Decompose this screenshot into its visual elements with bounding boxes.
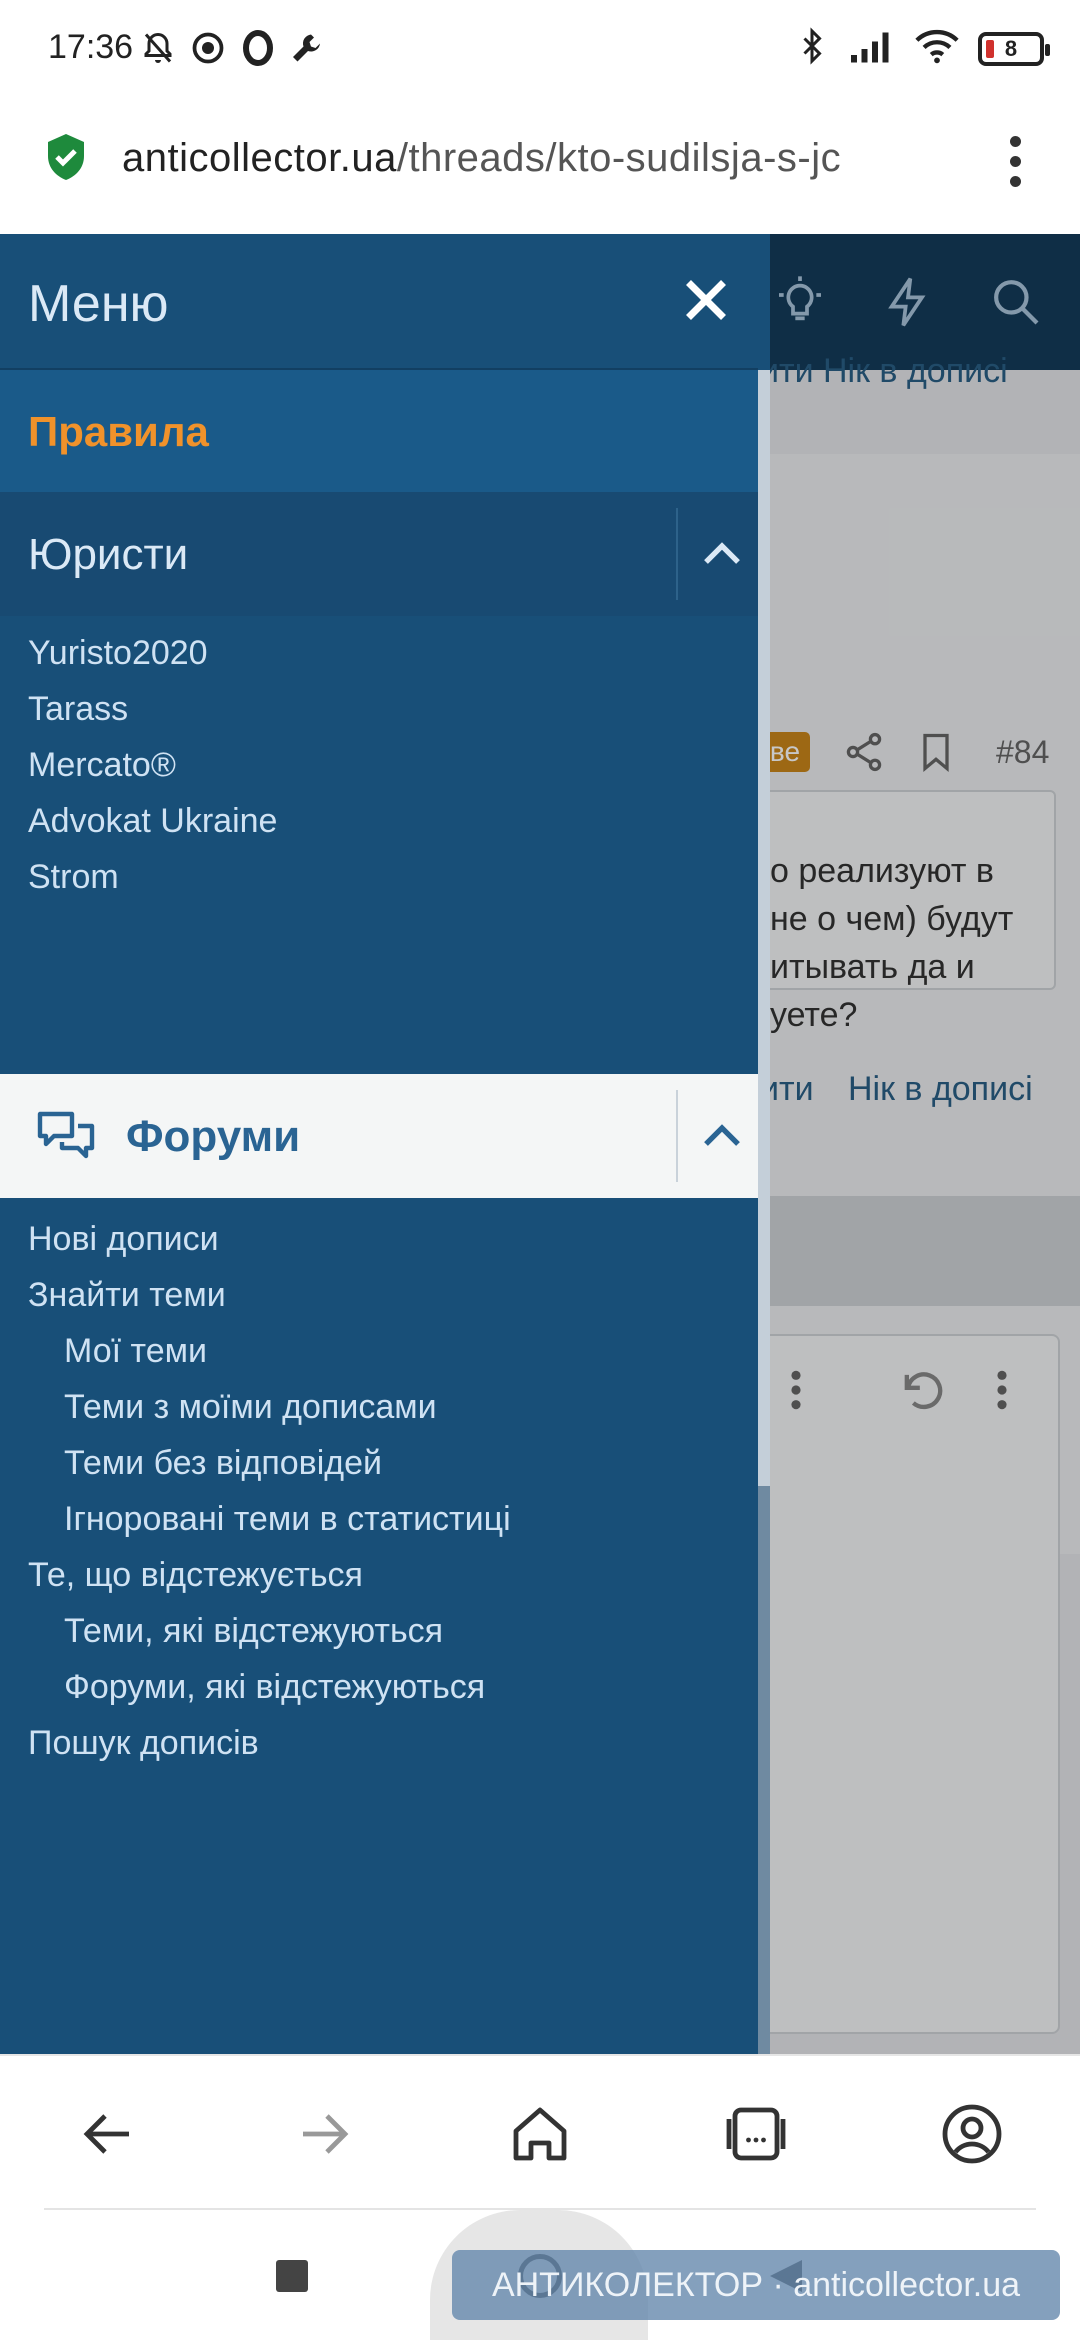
signal-icon bbox=[848, 28, 896, 69]
battery-indicator: 8 bbox=[978, 31, 1050, 66]
menu-item-forum-link[interactable]: Знайти теми bbox=[28, 1276, 226, 1315]
menu-item-lawyer[interactable]: Yuristo2020 bbox=[28, 634, 208, 673]
menu-item-forum-link[interactable]: Мої теми bbox=[64, 1332, 207, 1371]
url-fade bbox=[900, 126, 980, 196]
chevron-up-icon[interactable] bbox=[690, 522, 754, 586]
account-icon[interactable] bbox=[936, 2098, 1008, 2170]
toggle-divider bbox=[676, 508, 678, 600]
menu-item-forum-link[interactable]: Нові дописи bbox=[28, 1220, 219, 1259]
drawer-title: Меню bbox=[28, 275, 169, 333]
watermark: АНТИКОЛЕКТОР · anticollector.ua bbox=[452, 2250, 1060, 2320]
battery-level: 8 bbox=[1004, 35, 1018, 61]
wifi-icon bbox=[914, 28, 960, 69]
menu-item-forum-link[interactable]: Пошук дописів bbox=[28, 1724, 259, 1763]
forum-chat-icon bbox=[36, 1108, 96, 1166]
play-circle-icon bbox=[190, 30, 226, 66]
status-bar: 17:36 8 bbox=[0, 0, 1080, 96]
recents-icon[interactable] bbox=[276, 2260, 308, 2292]
url-text[interactable]: anticollector.ua/threads/kto-sudilsja-s-… bbox=[122, 136, 962, 181]
menu-section-forums[interactable]: Форуми bbox=[0, 1074, 758, 1198]
browser-url-bar[interactable]: anticollector.ua/threads/kto-sudilsja-s-… bbox=[0, 96, 1080, 234]
menu-item-forum-link[interactable]: Теми з моїми дописами bbox=[64, 1388, 437, 1427]
menu-section-lawyers-label: Юристи bbox=[28, 530, 189, 579]
back-arrow-icon[interactable] bbox=[72, 2098, 144, 2170]
menu-item-lawyer[interactable]: Tarass bbox=[28, 690, 128, 729]
menu-item-lawyer[interactable]: Advokat Ukraine bbox=[28, 802, 277, 841]
drawer-scrollbar-thumb[interactable] bbox=[758, 370, 770, 1486]
browser-bottom-bar bbox=[0, 2054, 1080, 2210]
menu-item-forum-link[interactable]: Форуми, які відстежуються bbox=[64, 1668, 485, 1707]
close-icon[interactable] bbox=[676, 270, 736, 330]
menu-item-forum-link[interactable]: Теми без відповідей bbox=[64, 1444, 382, 1483]
menu-section-forums-label: Форуми bbox=[126, 1112, 301, 1161]
menu-item-forum-link[interactable]: Те, що відстежується bbox=[28, 1556, 363, 1595]
navigation-drawer: Меню Правила Юристи Yuristo2020 Tarass Mer… bbox=[0, 234, 770, 2054]
status-system-icons: 8 bbox=[794, 26, 1050, 71]
menu-item-lawyer[interactable]: Mercato® bbox=[28, 746, 176, 785]
menu-item-lawyer[interactable]: Strom bbox=[28, 858, 119, 897]
bell-off-icon bbox=[140, 30, 176, 66]
secure-shield-icon[interactable] bbox=[44, 132, 88, 182]
wrench-icon bbox=[290, 30, 326, 66]
menu-section-lawyers[interactable]: Юристи bbox=[0, 492, 758, 616]
menu-item-rules-label: Правила bbox=[28, 408, 209, 455]
browser-menu-icon[interactable] bbox=[1000, 136, 1030, 196]
tabs-icon[interactable] bbox=[720, 2098, 792, 2170]
menu-item-forum-link[interactable]: Ігноровані теми в статистиці bbox=[64, 1500, 511, 1539]
system-nav-bar: АНТИКОЛЕКТОР · anticollector.ua bbox=[0, 2210, 1080, 2340]
menu-item-rules[interactable]: Правила bbox=[0, 370, 758, 492]
toggle-divider bbox=[676, 1090, 678, 1182]
home-icon[interactable] bbox=[504, 2098, 576, 2170]
status-notification-icons bbox=[140, 30, 326, 66]
bluetooth-icon bbox=[794, 26, 830, 71]
status-time: 17:36 bbox=[48, 28, 134, 66]
chevron-up-icon[interactable] bbox=[690, 1104, 754, 1168]
url-path: /threads/kto-sudilsja-s-jc bbox=[396, 136, 842, 180]
drawer-header: Меню bbox=[0, 234, 758, 370]
forward-arrow-icon[interactable] bbox=[288, 2098, 360, 2170]
menu-item-forum-link[interactable]: Теми, які відстежуються bbox=[64, 1612, 443, 1651]
url-host: anticollector.ua bbox=[122, 136, 397, 180]
opera-icon bbox=[240, 30, 276, 66]
